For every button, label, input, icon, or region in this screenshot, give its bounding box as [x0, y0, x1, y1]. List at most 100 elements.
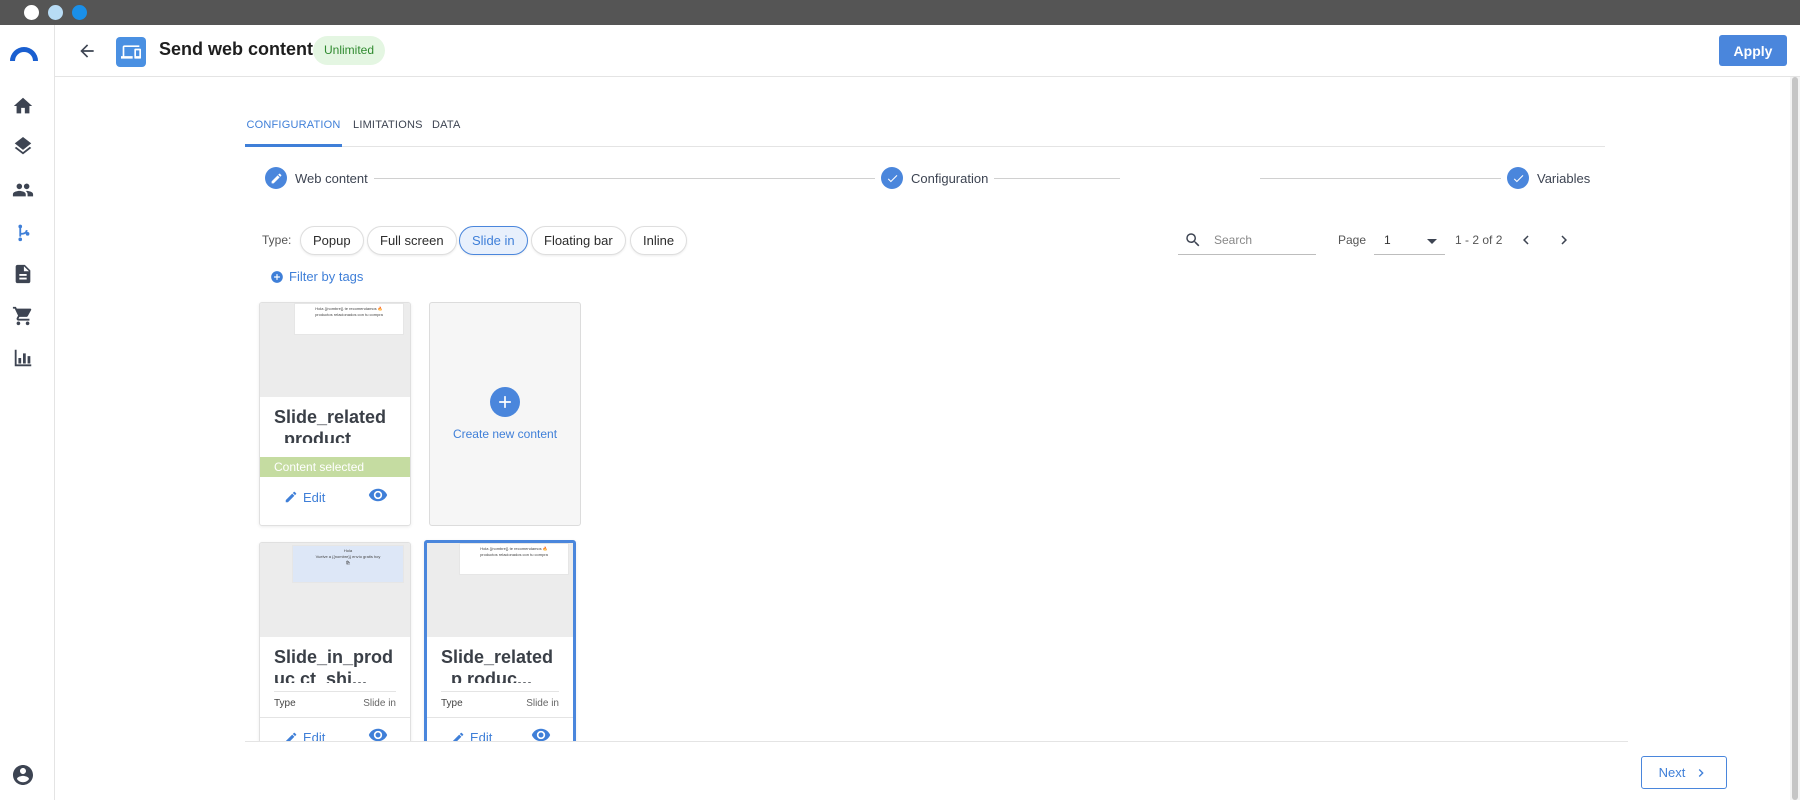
eye-icon [531, 728, 551, 742]
step-label: Web content [295, 170, 368, 186]
sidebar-user-account[interactable] [8, 760, 38, 790]
card-preview: Hola {{nombre}} te recomendamos 🔥 produc… [427, 543, 573, 637]
home-icon [13, 97, 33, 114]
previous-page-button[interactable] [1515, 229, 1537, 251]
stepper: Web content Configuration Variables [245, 167, 1605, 191]
window-maximize-dot[interactable] [72, 5, 87, 20]
type-chip-slide-in[interactable]: Slide in [459, 226, 528, 255]
eye-icon [368, 728, 388, 742]
next-page-button[interactable] [1553, 229, 1575, 251]
card-meta-value: Slide in [526, 698, 559, 709]
page-select-value: 1 [1384, 233, 1391, 247]
brand-logo-icon [10, 47, 38, 61]
window-titlebar [0, 0, 1800, 25]
preview-mockup: Hola {{nombre}} te recomendamos 🔥 produc… [459, 543, 569, 575]
step-connector [1260, 178, 1515, 179]
page-label: Page [1338, 233, 1367, 247]
page-scrollbar[interactable] [1790, 77, 1800, 800]
apply-button[interactable]: Apply [1719, 35, 1787, 66]
card-actions: Edit [427, 717, 573, 742]
card-meta-label: Type [274, 698, 296, 709]
step-label: Configuration [911, 170, 989, 186]
back-button[interactable] [75, 39, 99, 63]
type-chip-full-screen[interactable]: Full screen [367, 226, 457, 255]
card-meta-row: Type Slide in [274, 691, 396, 709]
web-content-action-icon [116, 37, 146, 67]
cart-icon [12, 306, 32, 326]
content-grid: Hola {{nombre}} te recomendamos 🔥 produc… [245, 300, 1605, 742]
sidebar-item-automations[interactable] [8, 217, 38, 247]
preview-button[interactable] [531, 725, 551, 742]
create-new-content-card[interactable]: Create new content [429, 302, 581, 526]
tab-configuration[interactable]: CONFIGURATION [245, 119, 342, 147]
page-header: Send web content Unlimited Apply [55, 25, 1800, 77]
filter-by-tags-label: Filter by tags [289, 269, 364, 284]
tab-limitations[interactable]: LIMITATIONS [353, 119, 423, 147]
type-chip-popup[interactable]: Popup [300, 226, 364, 255]
filter-by-tags-link[interactable]: Filter by tags [270, 269, 363, 284]
workflow-icon [18, 224, 30, 242]
card-title: Slide_related_p roduc... [441, 647, 554, 683]
preview-mockup: Hola {{nombre}} te recomendamos 🔥 produc… [294, 303, 404, 335]
create-new-content-label: Create new content [452, 427, 558, 441]
document-icon [15, 264, 31, 284]
search-input[interactable] [1214, 233, 1304, 247]
bar-chart-icon [14, 349, 32, 367]
add-circle-icon [490, 387, 520, 417]
window-close-dot[interactable] [24, 5, 39, 20]
card-meta-label: Type [441, 698, 463, 709]
window-minimize-dot[interactable] [48, 5, 63, 20]
chevron-right-icon [1699, 768, 1705, 777]
sidebar-item-contacts[interactable] [8, 175, 38, 205]
step-circle [881, 167, 903, 189]
search-field [1178, 226, 1316, 255]
dropdown-caret-icon [1427, 239, 1437, 244]
status-badge: Unlimited [313, 36, 386, 65]
devices-icon [121, 45, 141, 59]
page-select[interactable]: 1 [1374, 226, 1445, 255]
content-card[interactable]: Hola Vuelve a {{nombre}} envío gratis ho… [259, 542, 411, 742]
card-title: Slide_related_product [274, 407, 387, 443]
step-web-content[interactable]: Web content [265, 167, 374, 189]
content-card-selected[interactable]: Hola {{nombre}} te recomendamos 🔥 produc… [424, 540, 576, 742]
preview-text: productos relacionados con tu compra [315, 312, 383, 317]
pagination-range: 1 - 2 of 2 [1455, 233, 1503, 247]
card-meta-row: Type Slide in [441, 691, 559, 709]
tab-bar: CONFIGURATION LIMITATIONS DATA [245, 113, 1605, 147]
sidebar-item-commerce[interactable] [8, 301, 38, 331]
preview-mockup: Hola Vuelve a {{nombre}} envío gratis ho… [292, 545, 404, 583]
type-chip-floating-bar[interactable]: Floating bar [531, 226, 626, 255]
search-icon [1186, 233, 1200, 247]
sidebar: ES [0, 25, 55, 800]
people-icon [12, 183, 34, 197]
sidebar-item-layers[interactable] [8, 133, 38, 163]
step-variables[interactable]: Variables [1501, 167, 1597, 189]
preview-button[interactable] [368, 725, 388, 742]
sidebar-item-documents[interactable] [8, 259, 38, 289]
check-icon [887, 174, 897, 182]
content-card[interactable]: Hola {{nombre}} te recomendamos 🔥 produc… [259, 302, 411, 526]
add-circle-icon [271, 270, 283, 283]
sidebar-item-reports[interactable] [8, 343, 38, 373]
step-label: Variables [1537, 170, 1591, 186]
type-chip-inline[interactable]: Inline [630, 226, 688, 255]
edit-label: Edit [303, 489, 326, 505]
tab-data[interactable]: DATA [432, 119, 461, 147]
card-preview: Hola Vuelve a {{nombre}} envío gratis ho… [260, 543, 410, 637]
preview-button[interactable] [368, 485, 388, 510]
card-preview: Hola {{nombre}} te recomendamos 🔥 produc… [260, 303, 410, 397]
scrollbar-thumb[interactable] [1792, 77, 1798, 800]
chevron-left-icon [1523, 235, 1529, 245]
step-circle [265, 167, 287, 189]
content-selected-status: Content selected [260, 457, 410, 477]
edit-button[interactable]: Edit [284, 490, 325, 505]
card-actions: Edit [260, 717, 410, 742]
next-button[interactable]: Next [1641, 756, 1727, 789]
pencil-icon [271, 173, 281, 183]
card-meta-value: Slide in [363, 698, 396, 709]
step-circle [1507, 167, 1529, 189]
step-configuration[interactable]: Configuration [875, 167, 995, 189]
type-filter-label: Type: [262, 233, 292, 247]
sidebar-item-home[interactable] [8, 91, 38, 121]
plus-icon [499, 396, 511, 408]
